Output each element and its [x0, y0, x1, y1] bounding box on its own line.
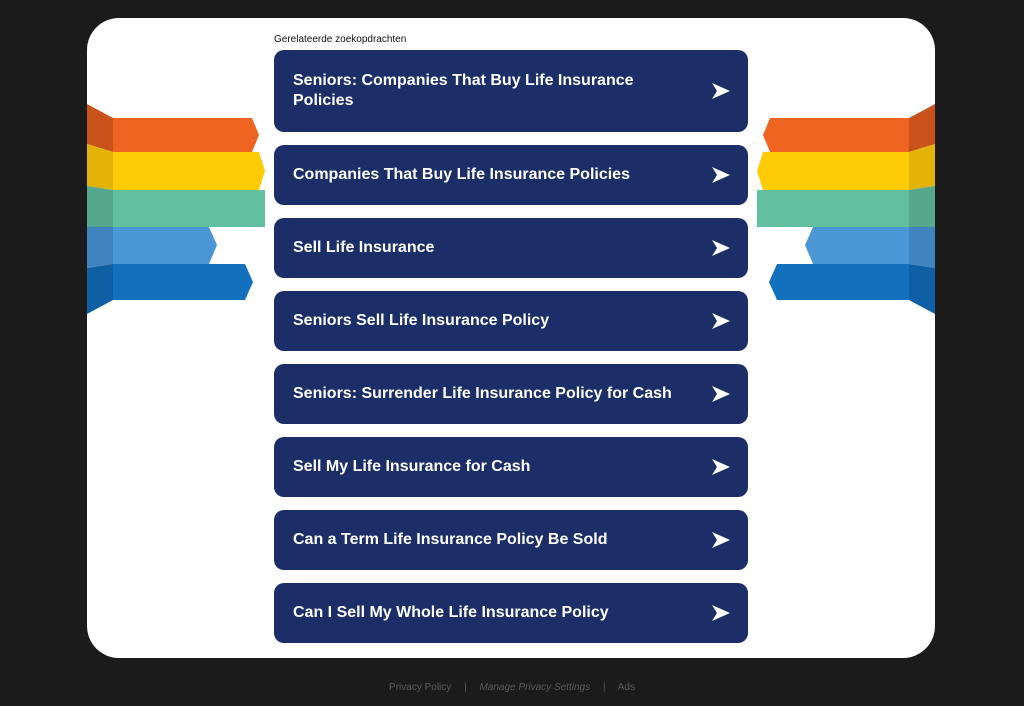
ribbon-lightblue-right [909, 227, 935, 268]
arrow-right-icon [712, 386, 730, 402]
arrow-right-icon [712, 240, 730, 256]
arrow-right-icon [712, 605, 730, 621]
related-link-label: Sell My Life Insurance for Cash [293, 458, 531, 475]
related-link[interactable]: Seniors: Surrender Life Insurance Policy… [274, 364, 748, 424]
related-searches-heading: Gerelateerde zoekopdrachten [274, 34, 407, 45]
ribbon-orange [113, 118, 259, 152]
related-link[interactable]: Sell My Life Insurance for Cash [274, 437, 748, 497]
ribbon-yellow-right [909, 144, 935, 190]
ribbon-blue [769, 264, 909, 300]
ribbon-green-left [87, 186, 113, 227]
arrow-right-icon [712, 313, 730, 329]
privacy-policy-link[interactable]: Privacy Policy [389, 682, 451, 693]
ribbon-green [113, 190, 265, 227]
related-link[interactable]: Seniors Sell Life Insurance Policy [274, 291, 748, 351]
ribbon-yellow-left [87, 144, 113, 190]
related-link-label: Seniors: Companies That Buy Life Insuran… [293, 72, 634, 109]
left-ribbon-decoration [87, 104, 265, 314]
footer-separator: | [602, 682, 606, 693]
right-ribbon-decoration [757, 104, 935, 314]
main-panel: Gerelateerde zoekopdrachten Seniors: Com… [87, 18, 935, 658]
arrow-right-icon [712, 459, 730, 475]
manage-privacy-settings-link[interactable]: Manage Privacy Settings [479, 682, 590, 693]
ribbon-orange [763, 118, 909, 152]
related-link[interactable]: Companies That Buy Life Insurance Polici… [274, 145, 748, 205]
related-link-label: Can a Term Life Insurance Policy Be Sold [293, 531, 608, 548]
ribbon-yellow [113, 152, 265, 190]
arrow-right-icon [712, 532, 730, 548]
related-link[interactable]: Can a Term Life Insurance Policy Be Sold [274, 510, 748, 570]
related-link[interactable]: Seniors: Companies That Buy Life Insuran… [274, 50, 748, 132]
related-searches: Gerelateerde zoekopdrachten Seniors: Com… [274, 34, 748, 656]
ribbon-lightblue [805, 227, 909, 264]
footer: Privacy Policy | Manage Privacy Settings… [0, 682, 1024, 693]
ribbon-blue-left [87, 264, 113, 314]
ribbon-green-right [909, 186, 935, 227]
related-link[interactable]: Sell Life Insurance [274, 218, 748, 278]
ribbon-green [757, 190, 909, 227]
ribbon-blue [113, 264, 253, 300]
related-link-label: Sell Life Insurance [293, 239, 435, 256]
related-link-label: Companies That Buy Life Insurance Polici… [293, 166, 630, 183]
ribbon-blue-right [909, 264, 935, 314]
arrow-right-icon [712, 167, 730, 183]
ribbon-lightblue-left [87, 227, 113, 268]
related-link-label: Seniors: Surrender Life Insurance Policy… [293, 385, 672, 402]
ribbon-orange-left [87, 104, 113, 152]
related-link-label: Seniors Sell Life Insurance Policy [293, 312, 550, 329]
related-link[interactable]: Can I Sell My Whole Life Insurance Polic… [274, 583, 748, 643]
ribbon-yellow [757, 152, 909, 190]
ribbon-lightblue [113, 227, 217, 264]
related-link-label: Can I Sell My Whole Life Insurance Polic… [293, 604, 609, 621]
footer-separator: | [464, 682, 467, 693]
arrow-right-icon [712, 83, 730, 99]
related-links-list: Seniors: Companies That Buy Life Insuran… [274, 50, 748, 643]
ribbon-orange-right [909, 104, 935, 152]
ads-link[interactable]: Ads [618, 682, 635, 693]
